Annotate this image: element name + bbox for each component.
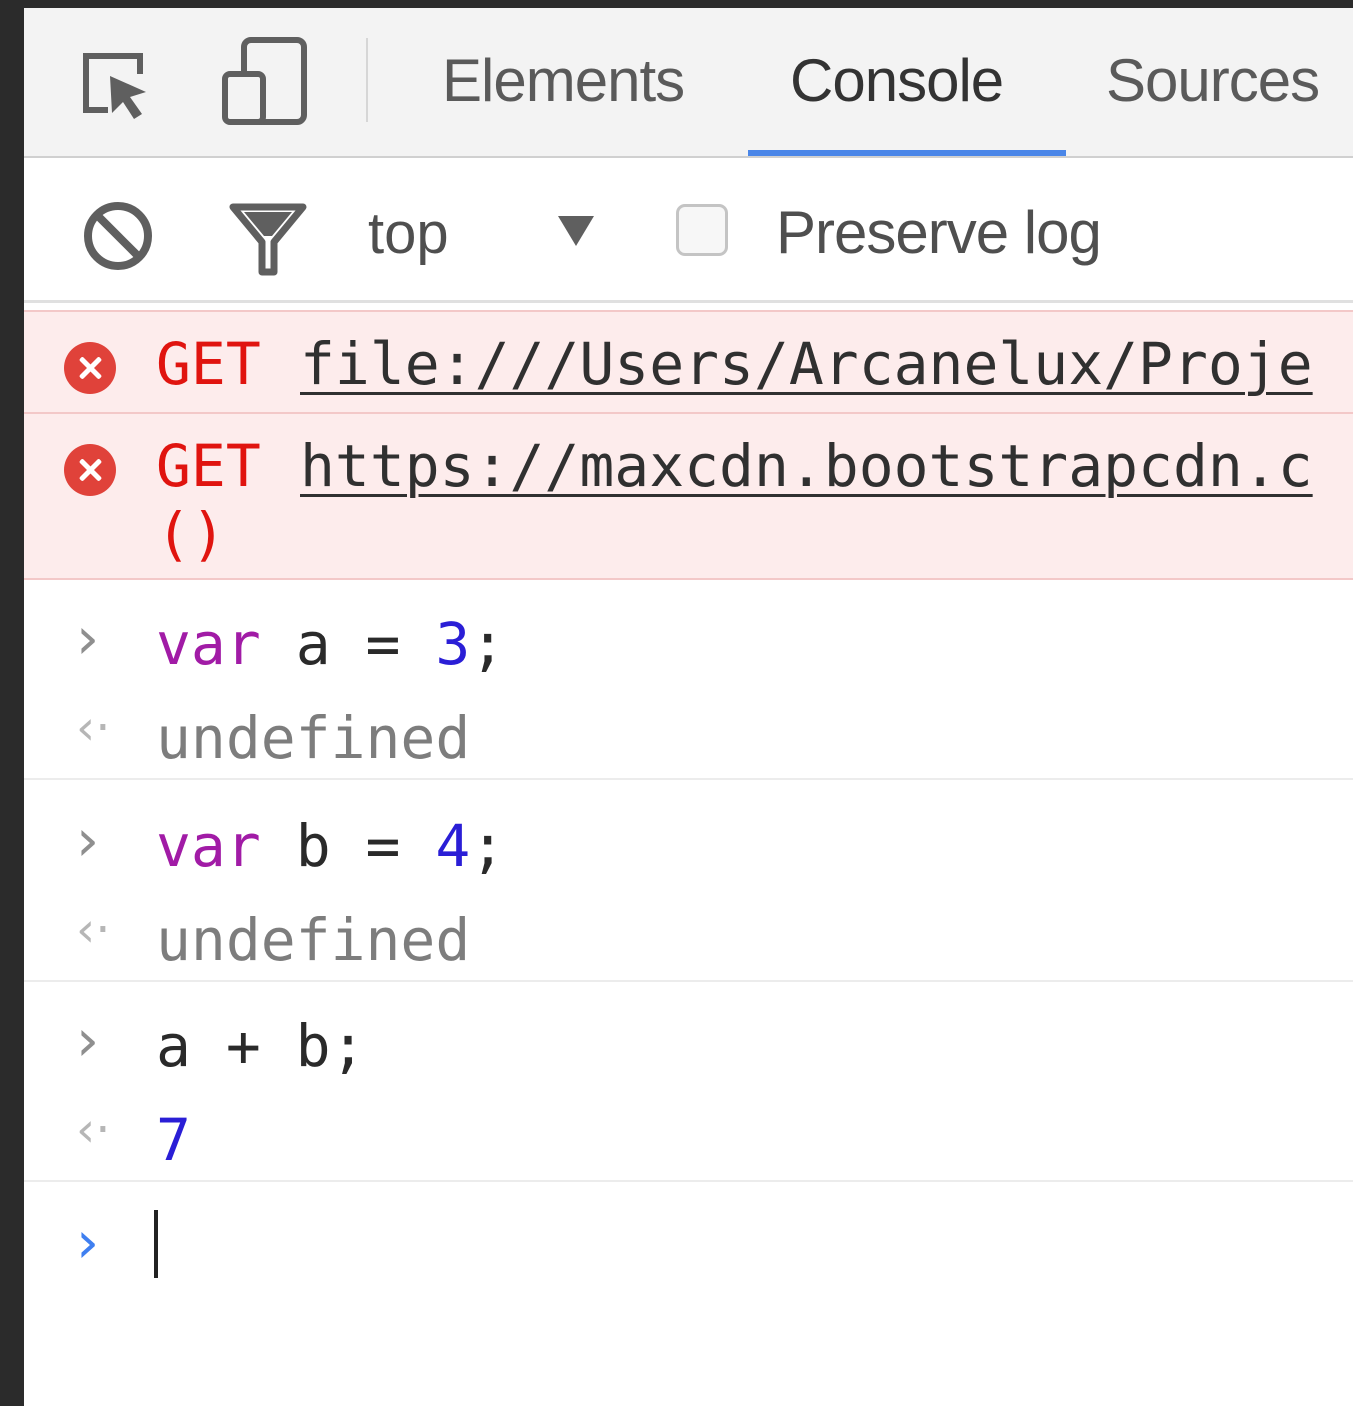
output-prompt-icon: ‹· [76,902,111,958]
error-url-link[interactable]: https://maxcdn.bootstrapcdn.c [300,432,1313,500]
devtools-window: Elements Console Sources top Preserve lo… [24,8,1353,1406]
input-prompt-icon: › [76,604,100,672]
input-prompt-icon: › [76,806,100,874]
inspect-element-icon[interactable] [78,48,154,124]
entry-divider [24,1180,1353,1182]
error-icon [64,342,116,394]
devtools-tab-bar: Elements Console Sources [24,8,1353,158]
entry-divider [24,778,1353,780]
input-prompt-icon: › [76,1006,100,1074]
console-result: 7 [156,1106,191,1174]
error-continuation: () [156,500,226,568]
device-toolbar-icon[interactable] [220,36,310,128]
tab-console[interactable]: Console [790,46,1004,115]
active-input-prompt-icon: › [76,1208,100,1276]
console-toolbar: top Preserve log [24,158,1353,303]
dropdown-arrow-icon[interactable] [558,216,594,246]
console-input[interactable]: a + b; [156,1012,366,1080]
error-method: GET [156,330,261,398]
preserve-log-checkbox[interactable] [676,204,728,256]
entry-divider [24,980,1353,982]
output-prompt-icon: ‹· [76,700,111,756]
context-selector[interactable]: top [368,200,449,267]
filter-icon[interactable] [228,202,308,278]
error-message: GET https://maxcdn.bootstrapcdn.c () [24,412,1353,580]
toolbar-separator [366,38,368,122]
console-output: GET file:///Users/Arcanelux/Proje GET ht… [24,308,1353,1406]
error-url-link[interactable]: file:///Users/Arcanelux/Proje [300,330,1313,398]
error-icon [64,444,116,496]
tab-sources[interactable]: Sources [1106,46,1320,115]
preserve-log-label[interactable]: Preserve log [776,198,1102,267]
console-input-caret[interactable] [154,1210,158,1278]
error-message: GET file:///Users/Arcanelux/Proje [24,310,1353,414]
active-tab-indicator [748,150,1066,156]
console-input[interactable]: var a = 3; [156,610,505,678]
console-result: undefined [156,704,471,772]
output-prompt-icon: ‹· [76,1102,111,1158]
console-result: undefined [156,906,471,974]
console-input[interactable]: var b = 4; [156,812,505,880]
tab-elements[interactable]: Elements [442,46,685,115]
error-method: GET [156,432,261,500]
clear-console-icon[interactable] [80,198,156,274]
